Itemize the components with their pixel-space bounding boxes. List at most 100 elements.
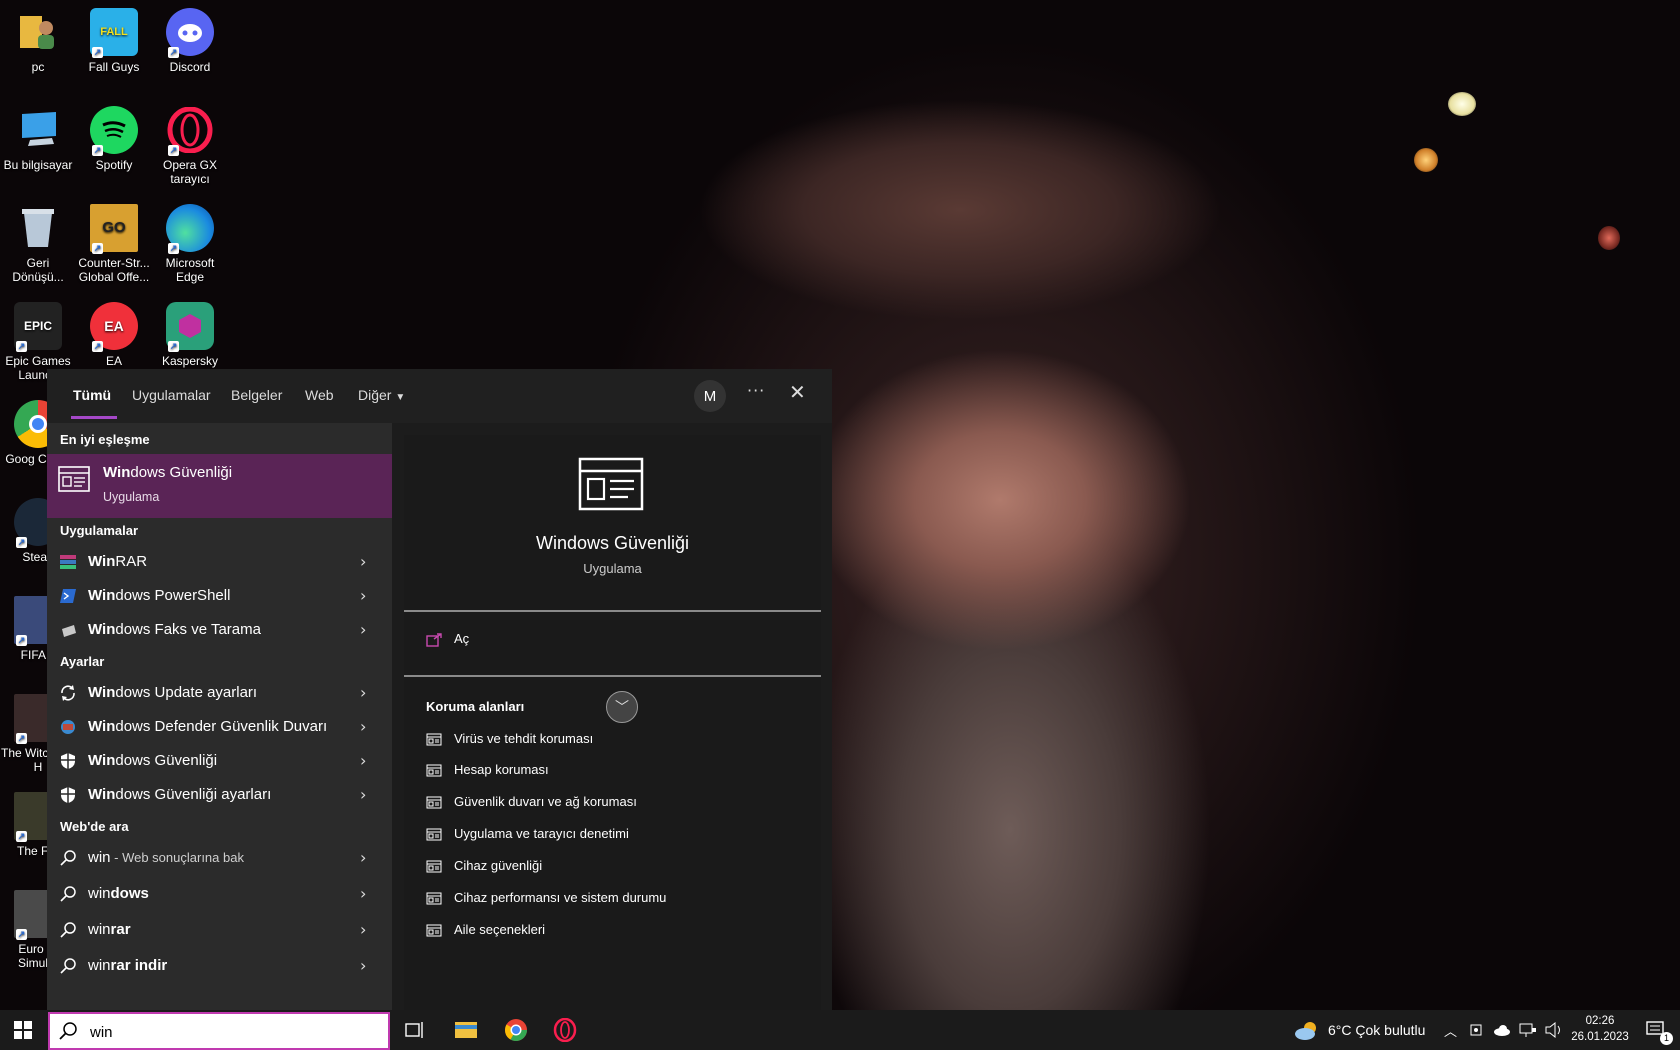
area-firewall[interactable]: Güvenlik duvarı ve ağ koruması [426,794,637,809]
desktop-icon-label: Geri Dönüşü... [12,256,64,284]
tab-more[interactable]: Diğer ▼ [358,387,405,403]
search-input[interactable] [88,1020,382,1044]
list-item-windows-security-settings[interactable]: Windows Güvenliği ayarları › [47,778,392,812]
chevron-up-icon[interactable]: ︿ [1444,1021,1457,1040]
chevron-down-icon[interactable]: ﹀ [606,691,638,723]
powershell-icon [59,587,77,605]
taskbar-search-box[interactable] [48,1012,390,1050]
chrome-icon [505,1019,527,1041]
desktop-icon-fall-guys[interactable]: FALL ↗ Fall Guys [76,4,152,74]
weather-widget[interactable]: 6°C Çok bulutlu [1294,1010,1425,1050]
chevron-right-icon[interactable]: › [360,620,366,639]
area-app-browser-control[interactable]: Uygulama ve tarayıcı denetimi [426,826,629,841]
list-item-label: Windows Güvenliği ayarları [88,786,272,803]
area-family-options[interactable]: Aile seçenekleri [426,922,545,937]
area-account-protection[interactable]: Hesap koruması [426,762,549,777]
list-item-label: Windows Faks ve Tarama [88,621,261,638]
shield-icon [59,786,77,804]
discord-icon: ↗ [166,8,214,58]
tab-web[interactable]: Web [305,387,334,403]
chevron-right-icon[interactable]: › [360,751,366,770]
windows-security-large-icon [578,457,644,515]
desktop-icon-kaspersky[interactable]: ↗ Kaspersky [152,298,228,368]
opera-gx-taskbar-button[interactable] [542,1010,588,1050]
chevron-right-icon[interactable]: › [360,717,366,736]
detail-title: Windows Güvenliği [535,533,690,553]
epic-games-icon: EPIC ↗ [14,302,62,352]
chevron-right-icon[interactable]: › [360,920,366,939]
notification-center-button[interactable]: 1 [1636,1010,1676,1050]
desktop-icon-spotify[interactable]: ↗ Spotify [76,102,152,172]
file-explorer-button[interactable] [442,1010,490,1050]
task-view-button[interactable] [392,1010,438,1050]
section-settings: Ayarlar [60,654,105,669]
start-button[interactable] [0,1010,46,1050]
best-match-item[interactable]: Windows Güvenliği Uygulama [47,454,392,518]
search-icon [59,921,77,939]
notification-badge: 1 [1660,1032,1673,1045]
close-icon[interactable]: ✕ [789,380,806,404]
area-device-performance[interactable]: Cihaz performansı ve sistem durumu [426,890,666,905]
list-item-web-windows[interactable]: windows › [47,877,392,911]
chevron-right-icon[interactable]: › [360,785,366,804]
chevron-right-icon[interactable]: › [360,586,366,605]
desktop-icon-label: pc [31,60,45,74]
area-device-security[interactable]: Cihaz güvenliği [426,858,542,873]
desktop-icon-label: Fall Guys [88,60,140,74]
windows-security-icon [426,764,442,777]
computer-icon [14,106,62,154]
winrar-icon [59,553,77,571]
chevron-right-icon[interactable]: › [360,884,366,903]
chevron-right-icon[interactable]: › [360,848,366,867]
desktop-icon-csgo[interactable]: GO ↗ Counter-Str... Global Offe... [76,200,152,284]
desktop-icon-label: EA [105,354,122,368]
desktop-icon-this-pc[interactable]: Bu bilgisayar [0,102,76,172]
section-apps: Uygulamalar [60,523,139,538]
list-item-winrar[interactable]: WinRAR › [47,545,392,579]
area-label: Aile seçenekleri [454,922,546,937]
chevron-right-icon[interactable]: › [360,956,366,975]
desktop-icon-ea[interactable]: EA ↗ EA [76,298,152,368]
recycle-bin-icon [14,204,62,252]
desktop-icon-recycle-bin[interactable]: Geri Dönüşü... [0,200,76,284]
cloud-icon[interactable] [1493,1024,1511,1036]
active-tab-underline [71,416,117,419]
desktop-icon-discord[interactable]: ↗ Discord [152,4,228,74]
light-spot [1414,148,1438,172]
tab-documents[interactable]: Belgeler [231,387,282,403]
protection-areas-header: Koruma alanları [426,699,525,714]
open-label: Aç [454,631,470,646]
open-action[interactable]: Aç [426,631,469,647]
meet-now-icon[interactable] [1469,1022,1485,1038]
desktop-icon-opera-gx[interactable]: ↗ Opera GX tarayıcı [152,102,228,186]
desktop-icon-pc[interactable]: pc [0,4,76,74]
list-item-web-winrar-indir[interactable]: winrar indir › [47,949,392,983]
chevron-right-icon[interactable]: › [360,683,366,702]
chevron-right-icon[interactable]: › [360,552,366,571]
list-item-web-win[interactable]: win - Web sonuçlarına bak › [47,841,392,875]
network-icon[interactable] [1519,1022,1537,1038]
open-icon [426,632,442,647]
list-item-powershell[interactable]: Windows PowerShell › [47,579,392,613]
light-spot [1448,92,1476,116]
system-clock[interactable]: 02:26 26.01.2023 [1550,1013,1650,1045]
windows-security-icon [426,892,442,905]
tab-all[interactable]: Tümü [73,387,111,403]
detail-pane: Windows Güvenliği Uygulama Aç ﹀ Koruma a… [404,435,821,1010]
tab-apps[interactable]: Uygulamalar [132,387,211,403]
partly-cloudy-icon [1295,1022,1316,1040]
list-item-defender-firewall[interactable]: Windows Defender Güvenlik Duvarı › [47,710,392,744]
chrome-taskbar-button[interactable] [492,1010,540,1050]
desktop-icon-edge[interactable]: ↗ Microsoft Edge [152,200,228,284]
area-virus-protection[interactable]: Virüs ve tehdit koruması [426,731,593,746]
list-item-windows-security[interactable]: Windows Güvenliği › [47,744,392,778]
avatar[interactable]: M [694,380,726,412]
list-item-fax-scan[interactable]: Windows Faks ve Tarama › [47,613,392,647]
list-item-label: Windows Update ayarları [88,684,258,701]
list-item-windows-update[interactable]: Windows Update ayarları › [47,676,392,710]
list-item-web-winrar[interactable]: winrar › [47,913,392,947]
windows-security-icon [58,466,90,496]
section-best-match: En iyi eşleşme [60,432,150,447]
more-options-icon[interactable]: ··· [747,381,765,400]
desktop-icon-label: Kaspersky [161,354,219,368]
